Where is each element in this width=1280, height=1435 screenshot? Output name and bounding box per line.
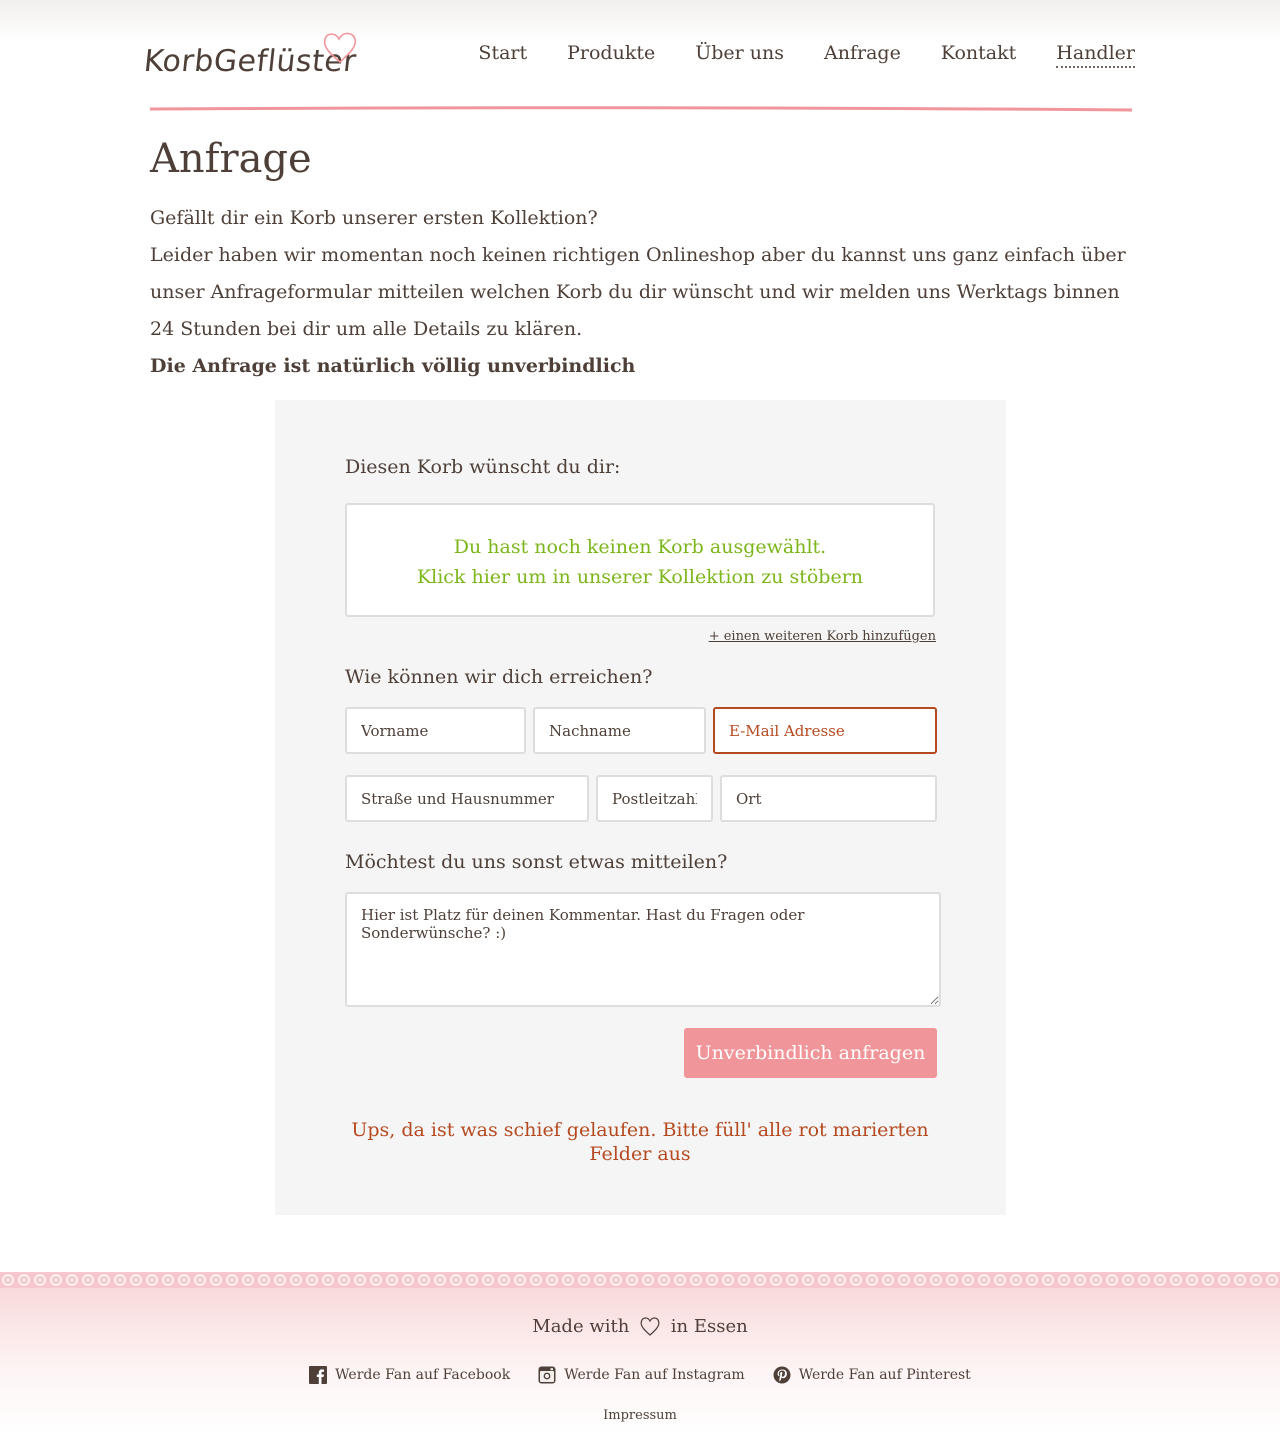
header-divider xyxy=(150,106,1132,112)
basket-browse-link: Klick hier um in unserer Kollektion zu s… xyxy=(416,566,864,588)
firstname-input[interactable] xyxy=(345,707,526,754)
form-error-message: Ups, da ist was schief gelaufen. Bitte f… xyxy=(351,1119,929,1165)
social-links: Werde Fan auf Facebook Werde Fan auf Ins… xyxy=(0,1366,1280,1384)
nav-handler[interactable]: Handler xyxy=(1056,42,1135,68)
lastname-input[interactable] xyxy=(533,707,706,754)
contact-label: Wie können wir dich erreichen? xyxy=(345,666,653,688)
top-texture xyxy=(0,0,1280,40)
intro-text: Gefällt dir ein Korb unserer ersten Koll… xyxy=(150,200,1135,385)
facebook-label: Werde Fan auf Facebook xyxy=(335,1367,511,1383)
heart-icon xyxy=(640,1317,660,1336)
facebook-link[interactable]: Werde Fan auf Facebook xyxy=(309,1366,510,1384)
intro-note: Die Anfrage ist natürlich völlig unverbi… xyxy=(150,355,636,377)
lace-border xyxy=(0,1272,1280,1288)
instagram-label: Werde Fan auf Instagram xyxy=(564,1367,745,1383)
basket-empty-message: Du hast noch keinen Korb ausgewählt. xyxy=(453,536,827,558)
intro-question: Gefällt dir ein Korb unserer ersten Koll… xyxy=(150,207,598,229)
basket-label: Diesen Korb wünscht du dir: xyxy=(345,456,621,478)
zip-input[interactable] xyxy=(596,775,713,822)
add-basket-link[interactable]: + einen weiteren Korb hinzufügen xyxy=(700,629,936,644)
impressum-link[interactable]: Impressum xyxy=(603,1408,677,1423)
submit-button[interactable]: Unverbindlich anfragen xyxy=(684,1028,937,1078)
email-input[interactable] xyxy=(713,707,937,754)
comment-textarea[interactable] xyxy=(345,892,941,1007)
pinterest-icon xyxy=(773,1366,791,1384)
city-input[interactable] xyxy=(720,775,937,822)
made-with-text: Made with in Essen xyxy=(0,1314,1280,1338)
pinterest-link[interactable]: Werde Fan auf Pinterest xyxy=(773,1366,971,1384)
made-with-prefix: Made with xyxy=(532,1316,630,1337)
instagram-icon xyxy=(538,1366,556,1384)
message-label: Möchtest du uns sonst etwas mitteilen? xyxy=(345,851,728,873)
nav-ueber-uns[interactable]: Über uns xyxy=(695,42,784,68)
made-with-suffix: in Essen xyxy=(670,1316,748,1337)
impressum: Impressum xyxy=(0,1408,1280,1423)
facebook-icon xyxy=(309,1366,328,1384)
nav-kontakt[interactable]: Kontakt xyxy=(941,42,1016,68)
nav-produkte[interactable]: Produkte xyxy=(567,42,655,68)
page-title: Anfrage xyxy=(150,136,312,182)
intro-paragraph: Leider haben wir momentan noch keinen ri… xyxy=(150,244,1126,340)
street-input[interactable] xyxy=(345,775,589,822)
heart-icon xyxy=(323,32,357,64)
nav-anfrage[interactable]: Anfrage xyxy=(824,42,901,68)
instagram-link[interactable]: Werde Fan auf Instagram xyxy=(538,1366,745,1384)
nav-start[interactable]: Start xyxy=(478,42,527,68)
pinterest-label: Werde Fan auf Pinterest xyxy=(798,1367,971,1383)
basket-selection-box[interactable]: Du hast noch keinen Korb ausgewählt. Kli… xyxy=(345,503,935,617)
main-nav: Start Produkte Über uns Anfrage Kontakt … xyxy=(478,42,1135,68)
